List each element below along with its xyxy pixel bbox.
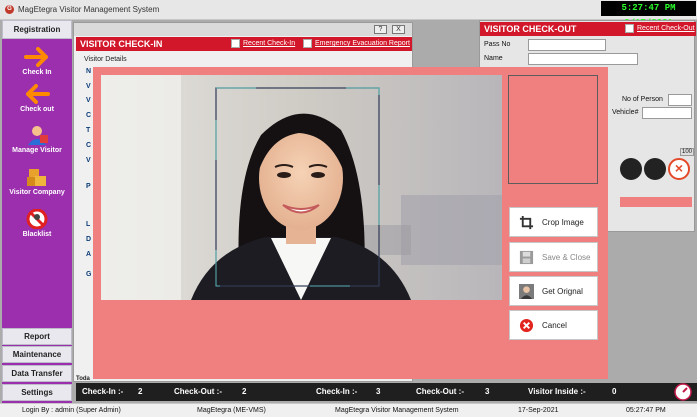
crop-preview [508, 75, 598, 184]
login-info: Login By : admin (Super Admin) [22, 407, 121, 414]
form-field-label: L [86, 221, 91, 228]
crop-image-button[interactable]: Crop Image [509, 207, 598, 237]
visitor-inside-count: 0 [612, 387, 617, 396]
form-field-label: G [86, 271, 92, 278]
footer-time: 05:27:47 PM [626, 407, 666, 414]
close-icon[interactable]: × [668, 158, 690, 180]
sidebar-item-label: Visitor Company [9, 189, 65, 196]
vehicle-input[interactable] [642, 107, 692, 119]
blocked-icon [26, 209, 48, 229]
cancel-button[interactable]: Cancel [509, 310, 598, 340]
form-field-label: V [86, 157, 91, 164]
sidebar-item-blacklist[interactable]: Blacklist [2, 209, 72, 247]
cancel-label: Cancel [542, 321, 567, 330]
right-checkin-count: 3 [376, 387, 381, 396]
footer-bar: Login By : admin (Super Admin) MagEtegra… [0, 403, 697, 417]
checkin-window-titlebar: ? X [74, 23, 412, 36]
pass-no-input[interactable] [528, 39, 606, 51]
checkout-scan-icon[interactable] [644, 158, 666, 180]
recent-checkout-link[interactable]: Recent Check-Out [637, 25, 695, 32]
report-icon [231, 39, 240, 48]
sidebar-item-label: Check In [22, 69, 52, 76]
small-value-box: 100 [680, 148, 695, 156]
crop-image-label: Crop Image [542, 218, 584, 227]
today-label: Toda [76, 376, 90, 382]
cancel-icon [519, 318, 534, 333]
arrow-left-icon [26, 84, 50, 104]
visitor-photo-image [101, 75, 502, 300]
checkout-title: VISITOR CHECK-OUT [484, 24, 577, 34]
sidebar-item-data-transfer[interactable]: Data Transfer [2, 365, 72, 382]
right-checkout-count: 3 [485, 387, 490, 396]
visitor-person-icon [28, 126, 48, 145]
window-title: MagEtegra Visitor Management System [18, 5, 160, 14]
user-photo-icon [519, 284, 534, 299]
crop-icon [519, 215, 534, 230]
checkout-header: VISITOR CHECK-OUT Recent Check-Out [480, 22, 696, 36]
sidebar-item-settings[interactable]: Settings [2, 384, 72, 401]
form-field-label: V [86, 83, 91, 90]
sidebar-item-visitor-company[interactable]: Visitor Company [2, 167, 72, 205]
sidebar-header-registration[interactable]: Registration [2, 20, 72, 39]
footer-date: 17-Sep-2021 [518, 407, 559, 414]
dashboard-icon[interactable] [674, 383, 692, 401]
checkin-header: VISITOR CHECK-IN Recent Check-In Emergen… [76, 37, 412, 51]
sidebar-item-label: Blacklist [22, 231, 52, 238]
status-bar: Check-In :- 2 Check-Out :- 2 Check-In :-… [76, 383, 697, 401]
product-name: MagEtegra (ME-VMS) [197, 407, 266, 414]
vehicle-label: Vehicle# [612, 109, 639, 116]
left-checkin-count: 2 [138, 387, 143, 396]
save-close-label: Save & Close [542, 253, 591, 262]
left-checkout-count: 2 [242, 387, 247, 396]
no-of-person-input[interactable] [668, 94, 692, 106]
sidebar-item-check-out[interactable]: Check out [2, 84, 72, 122]
get-original-label: Get Orignal [542, 287, 583, 296]
sidebar: Registration Check In Check out Manage V… [2, 20, 72, 404]
save-icon [519, 250, 534, 265]
get-original-button[interactable]: Get Orignal [509, 276, 598, 306]
form-field-label: C [86, 142, 92, 149]
form-field-label: N [86, 68, 92, 75]
app-title-bar: G MagEtegra Visitor Management System [0, 0, 697, 20]
report-icon [303, 39, 312, 48]
close-button[interactable]: X [392, 25, 405, 34]
sidebar-item-check-in[interactable]: Check In [2, 47, 72, 85]
boxes-icon [27, 169, 46, 186]
checkout-status-bar [620, 197, 692, 207]
evacuation-report-link[interactable]: Emergency Evacuation Report [315, 40, 410, 47]
save-close-button[interactable]: Save & Close [509, 242, 598, 272]
arrow-right-icon [24, 47, 48, 67]
pass-no-label: Pass No [484, 41, 511, 48]
visitor-details-label: Visitor Details [84, 56, 127, 63]
form-field-label: T [86, 127, 91, 134]
form-field-label: V [86, 97, 91, 104]
form-field-label: C [86, 112, 92, 119]
sidebar-item-maintenance[interactable]: Maintenance [2, 346, 72, 363]
left-checkout-label: Check-Out :- [174, 387, 222, 396]
form-field-label: A [86, 251, 92, 258]
sidebar-item-label: Check out [20, 106, 54, 113]
report-icon [625, 24, 634, 33]
no-of-person-label: No of Person [622, 96, 663, 103]
left-checkin-label: Check-In :- [82, 387, 124, 396]
name-input[interactable] [528, 53, 638, 65]
app-logo-icon: G [5, 5, 14, 14]
checkin-title: VISITOR CHECK-IN [80, 39, 163, 49]
right-checkout-label: Check-Out :- [416, 387, 464, 396]
sidebar-item-report[interactable]: Report [2, 328, 72, 345]
sidebar-item-manage-visitor[interactable]: Manage Visitor [2, 125, 72, 163]
clock-display: 5:27:47 PM 9/17/2021 [601, 1, 696, 28]
name-label: Name [484, 55, 503, 62]
recent-checkin-link[interactable]: Recent Check-In [243, 40, 295, 47]
form-field-label: P [86, 183, 91, 190]
form-field-label: D [86, 236, 92, 243]
sidebar-item-label: Manage Visitor [12, 147, 62, 154]
visitor-photo[interactable] [101, 75, 502, 300]
right-checkin-label: Check-In :- [316, 387, 358, 396]
photo-crop-dialog: Crop Image Save & Close Get Orignal Canc… [93, 67, 608, 379]
visitor-inside-label: Visitor Inside :- [528, 387, 586, 396]
system-name: MagEtegra Visitor Management System [335, 407, 459, 414]
visitor-photo-icon[interactable] [620, 158, 642, 180]
help-button[interactable]: ? [374, 25, 387, 34]
